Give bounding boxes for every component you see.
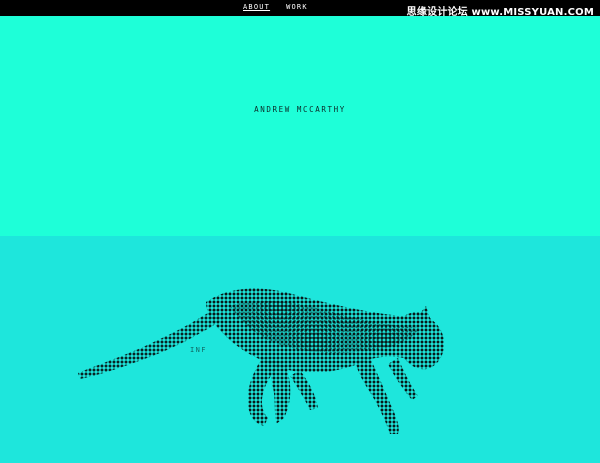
main-nav: ABOUT WORK <box>243 3 308 11</box>
nav-about-link[interactable]: ABOUT <box>243 3 270 11</box>
section-label: INF <box>190 346 207 354</box>
hero-section: ANDREW MCCARTHY <box>0 16 600 236</box>
page-title: ANDREW MCCARTHY <box>254 105 346 114</box>
image-section: INF <box>0 236 600 463</box>
nav-work-link[interactable]: WORK <box>286 3 308 11</box>
page: ABOUT WORK 思缘设计论坛 www.MISSYUAN.COM ANDRE… <box>0 0 600 463</box>
top-navigation-bar: ABOUT WORK 思缘设计论坛 www.MISSYUAN.COM <box>0 0 600 18</box>
halftone-running-cat-icon <box>78 288 444 434</box>
